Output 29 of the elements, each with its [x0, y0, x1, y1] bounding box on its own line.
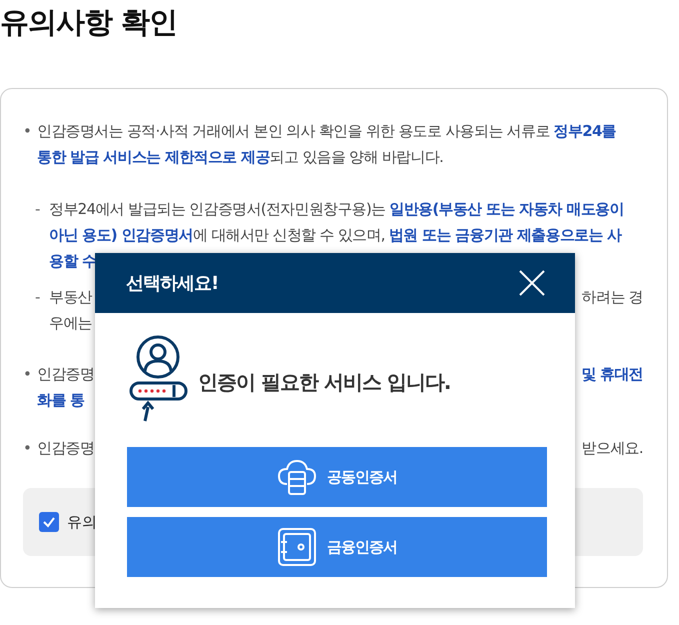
- check-icon: [42, 515, 56, 529]
- notice-text: 인감증명서는 공적·사적 거래에서 본인 의사 확인을 위한 용도로 사용되는 서류로 정부24를: [37, 121, 616, 142]
- notice-text: 통한 발급 서비스는 제한적으로 제공되고 있음을 양해 바랍니다.: [37, 147, 444, 168]
- agreement-label: 유의: [67, 512, 97, 532]
- notice-text: 정부24에서 발급되는 인감증명서(전자민원창구용)는 일반용(부동산 또는 자동차 매도용이: [49, 199, 624, 220]
- list-marker: •: [23, 121, 32, 142]
- certificate-button[interactable]: 공동인증서: [127, 447, 547, 507]
- certificate-button[interactable]: 금융인증서: [127, 517, 547, 577]
- checkbox[interactable]: [39, 512, 59, 532]
- list-marker: -: [35, 199, 41, 220]
- notice-text: 용할 수: [49, 251, 96, 272]
- notice-text: 아닌 용도) 인감증명서에 대해서만 신청할 수 있으며, 법원 또는 금융기관 제출용으로는 사: [49, 225, 622, 246]
- notice-text: 및 휴대전: [581, 364, 643, 385]
- modal-title: 선택하세요!: [126, 272, 218, 295]
- notice-text: 부동산: [49, 287, 92, 308]
- list-marker: •: [23, 438, 32, 459]
- safe-icon: [277, 528, 317, 566]
- notice-text: 인감증명: [37, 364, 94, 385]
- notice-text: 우에는: [49, 313, 92, 334]
- notice-text: 인감증명: [37, 438, 94, 459]
- notice-text: 받으세요.: [582, 438, 643, 459]
- list-marker: -: [35, 287, 41, 308]
- list-marker: •: [23, 364, 32, 385]
- page-title: 유의사항 확인: [0, 4, 178, 41]
- modal-message: 인증이 필요한 서비스 입니다.: [198, 368, 450, 396]
- notice-text: 하려는 경: [582, 287, 643, 308]
- close-icon[interactable]: [519, 270, 545, 296]
- notice-text: 화를 통: [37, 390, 84, 411]
- cloud-server-icon: [277, 458, 317, 496]
